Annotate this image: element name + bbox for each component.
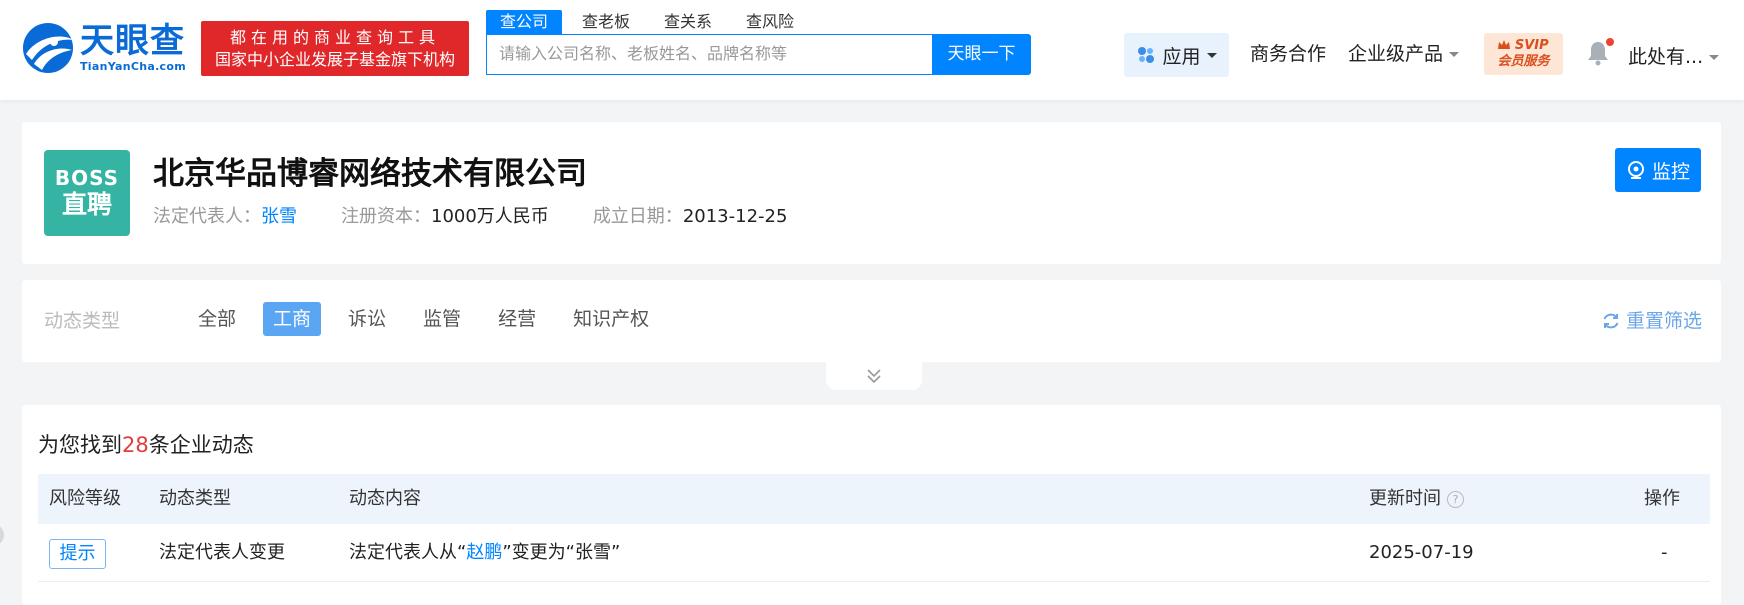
filter-card: 动态类型 全部 工商 诉讼 监管 经营 知识产权 重置筛选 xyxy=(22,280,1721,362)
tab-search-company[interactable]: 查公司 xyxy=(486,10,563,34)
legal-rep-link[interactable]: 张雪 xyxy=(261,206,297,227)
filter-regulation[interactable]: 监管 xyxy=(413,302,471,336)
results-summary: 为您找到28条企业动态 xyxy=(38,425,254,465)
company-logo: BOSS 直聘 xyxy=(44,150,130,236)
filter-ip[interactable]: 知识产权 xyxy=(563,302,659,336)
column-update-time: 更新时间? xyxy=(1369,474,1464,524)
logo-chinese-text: 天眼查 xyxy=(80,21,185,61)
filter-all[interactable]: 全部 xyxy=(188,302,246,336)
results-card: 为您找到28条企业动态 风险等级 动态类型 动态内容 更新时间? 操作 提示 法… xyxy=(22,405,1721,605)
svip-label: SVIP xyxy=(1498,38,1549,54)
monitor-eye-icon xyxy=(1627,161,1644,179)
tab-search-boss[interactable]: 查老板 xyxy=(568,10,644,34)
user-name: 此处有... xyxy=(1628,46,1704,68)
results-prefix: 为您找到 xyxy=(38,433,122,457)
tab-search-risk[interactable]: 查风险 xyxy=(732,10,808,34)
risk-badge: 提示 xyxy=(49,539,106,569)
monitor-label: 监控 xyxy=(1651,160,1690,183)
company-logo-line-2: 直聘 xyxy=(61,190,112,219)
founded-date: 成立日期：2013-12-25 xyxy=(593,205,788,229)
table-row: 提示 法定代表人变更 法定代表人从“赵鹏”变更为“张雪” 2025-07-19 … xyxy=(38,524,1710,582)
filter-operation[interactable]: 经营 xyxy=(488,302,546,336)
slogan-line-2: 国家中小企业发展子基金旗下机构 xyxy=(214,49,455,69)
tab-search-relation[interactable]: 查关系 xyxy=(650,10,726,34)
double-chevron-down-icon xyxy=(867,369,881,384)
side-panel-handle[interactable] xyxy=(0,524,4,546)
eye-logo-icon xyxy=(20,20,76,76)
column-update-time-label: 更新时间 xyxy=(1369,488,1441,509)
search-button[interactable]: 天眼一下 xyxy=(932,34,1031,75)
chevron-down-icon xyxy=(1709,55,1720,60)
column-action: 操作 xyxy=(1644,488,1680,509)
chevron-down-icon xyxy=(1206,52,1217,58)
user-menu[interactable]: 此处有... xyxy=(1628,42,1720,69)
reset-filter-label: 重置筛选 xyxy=(1626,310,1703,332)
notification-dot xyxy=(1606,38,1614,46)
nav-enterprise-label: 企业级产品 xyxy=(1348,43,1444,65)
nav-app-menu[interactable]: 应用 xyxy=(1124,33,1229,77)
results-count: 28 xyxy=(122,433,149,457)
logo-english-text: TianYanCha.com xyxy=(80,60,186,73)
crown-icon xyxy=(1498,40,1511,49)
legal-rep: 法定代表人：张雪 xyxy=(153,205,297,229)
refresh-icon xyxy=(1603,313,1619,329)
chevron-down-icon xyxy=(1449,52,1460,57)
site-logo[interactable]: 天眼查 TianYanCha.com xyxy=(20,20,192,76)
results-suffix: 条企业动态 xyxy=(148,433,254,457)
reset-filter-button[interactable]: 重置筛选 xyxy=(1601,308,1702,334)
row-update-time: 2025-07-19 xyxy=(1369,542,1474,563)
svip-member-button[interactable]: SVIP 会员服务 xyxy=(1484,33,1563,75)
filter-business[interactable]: 工商 xyxy=(263,302,322,336)
svip-subtitle: 会员服务 xyxy=(1497,54,1550,69)
nav-enterprise-menu[interactable]: 企业级产品 xyxy=(1348,42,1460,66)
filter-options: 全部 工商 诉讼 监管 经营 知识产权 xyxy=(188,302,676,336)
column-dynamic-content: 动态内容 xyxy=(349,488,421,509)
filter-litigation[interactable]: 诉讼 xyxy=(338,302,396,336)
capital-label: 注册资本： xyxy=(341,206,431,227)
capital-value: 1000万人民币 xyxy=(431,206,549,227)
app-grid-icon xyxy=(1138,47,1155,63)
top-bar: 天眼查 TianYanCha.com 都在用的商业查询工具 国家中小企业发展子基… xyxy=(0,0,1744,100)
column-dynamic-type: 动态类型 xyxy=(159,488,231,509)
company-meta: 法定代表人：张雪 注册资本：1000万人民币 成立日期：2013-12-25 xyxy=(153,205,831,229)
legal-rep-label: 法定代表人： xyxy=(153,206,261,227)
row-content-pre: 法定代表人从“ xyxy=(349,542,467,563)
row-dynamic-content: 法定代表人从“赵鹏”变更为“张雪” xyxy=(349,524,620,582)
company-logo-line-1: BOSS xyxy=(54,166,120,190)
monitor-button[interactable]: 监控 xyxy=(1615,148,1701,192)
search-input[interactable]: 请输入公司名称、老板姓名、品牌名称等 xyxy=(486,34,932,75)
row-dynamic-type: 法定代表人变更 xyxy=(159,542,285,563)
column-risk-level: 风险等级 xyxy=(49,488,121,509)
nav-app-label: 应用 xyxy=(1162,45,1201,68)
company-card: BOSS 直聘 北京华品博睿网络技术有限公司 法定代表人：张雪 注册资本：100… xyxy=(22,122,1721,264)
founded-label: 成立日期： xyxy=(592,206,683,227)
company-name[interactable]: 北京华品博睿网络技术有限公司 xyxy=(153,154,587,194)
slogan-banner: 都在用的商业查询工具 国家中小企业发展子基金旗下机构 xyxy=(201,21,469,76)
search-tabs: 查公司 查老板 查关系 查风险 xyxy=(486,10,814,34)
help-icon[interactable]: ? xyxy=(1447,490,1464,508)
filter-label: 动态类型 xyxy=(44,310,121,332)
registered-capital: 注册资本：1000万人民币 xyxy=(341,205,549,229)
slogan-line-1: 都在用的商业查询工具 xyxy=(229,27,440,47)
founded-value: 2013-12-25 xyxy=(682,206,788,227)
row-content-person-link[interactable]: 赵鹏 xyxy=(466,542,502,563)
expand-filter-toggle[interactable] xyxy=(826,362,922,390)
table-header: 风险等级 动态类型 动态内容 更新时间? 操作 xyxy=(38,474,1710,524)
row-content-post: ”变更为“张雪” xyxy=(502,542,621,563)
row-action: - xyxy=(1661,542,1668,563)
nav-business-link[interactable]: 商务合作 xyxy=(1250,42,1326,66)
